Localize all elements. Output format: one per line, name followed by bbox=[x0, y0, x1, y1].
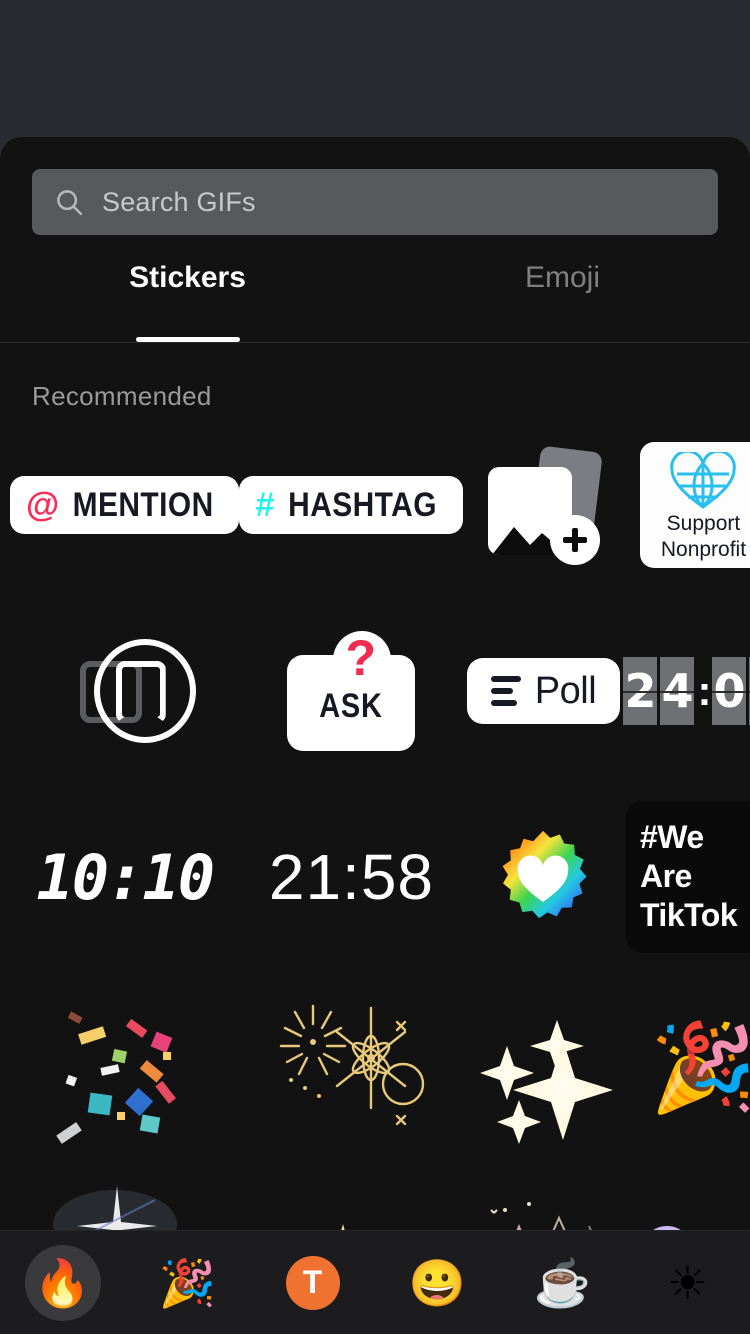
ask-sticker[interactable]: ? ASK bbox=[239, 598, 463, 784]
nonprofit-line-1: Support bbox=[666, 512, 741, 536]
we-are-tiktok-sticker[interactable]: #We Are TikTok bbox=[623, 784, 750, 970]
add-plus-icon bbox=[550, 515, 601, 565]
digital-clock-label: 10:10 bbox=[36, 840, 215, 914]
plain-clock-sticker[interactable]: 21:58 bbox=[239, 784, 463, 970]
countdown-sticker[interactable]: 2 4 : 0 0 bbox=[623, 598, 750, 784]
tab-stickers-label: Stickers bbox=[129, 261, 246, 294]
question-mark-icon: ? bbox=[345, 630, 376, 686]
poll-label: Poll bbox=[534, 669, 597, 712]
text-t-icon: T bbox=[285, 1255, 340, 1310]
countdown-digit-3: 0 bbox=[712, 657, 747, 725]
party-popper-category-icon: 🎉 bbox=[158, 1256, 217, 1309]
coffee-icon: ☕ bbox=[533, 1256, 592, 1309]
tab-bar: Stickers Emoji bbox=[0, 235, 750, 343]
ask-label: ASK bbox=[319, 687, 384, 725]
countdown-digit-1: 2 bbox=[623, 657, 658, 725]
green-screen-sticker[interactable] bbox=[10, 598, 239, 784]
sparkler-effect-sticker[interactable] bbox=[239, 970, 463, 1166]
search-input[interactable] bbox=[102, 186, 696, 218]
hashtag-label: HASHTAG bbox=[288, 485, 438, 524]
we-are-tiktok-line-2: Are bbox=[639, 858, 692, 895]
poll-sticker[interactable]: Poll bbox=[463, 598, 623, 784]
mention-label: MENTION bbox=[72, 485, 214, 524]
confetti-effect-sticker[interactable] bbox=[10, 970, 239, 1166]
hashtag-chip: # HASHTAG bbox=[239, 476, 464, 534]
confetti-icon bbox=[55, 1011, 176, 1144]
party-popper-icon: 🎉 bbox=[649, 1020, 750, 1116]
emoji-category-bar: 🔥 🎉 T 😀 ☕ ☀ bbox=[0, 1230, 750, 1334]
tab-stickers[interactable]: Stickers bbox=[0, 235, 375, 342]
mention-sticker[interactable]: @ MENTION bbox=[10, 412, 240, 598]
grinning-face-icon: 😀 bbox=[408, 1256, 467, 1309]
nonprofit-card: Support Nonprofit bbox=[640, 442, 750, 568]
trending-pill: 🔥 bbox=[24, 1244, 101, 1321]
tab-emoji[interactable]: Emoji bbox=[375, 235, 750, 342]
nonprofit-line-2: Nonprofit bbox=[660, 538, 747, 561]
sticker-sheet: Stickers Emoji Recommended @ MENTION # bbox=[0, 137, 750, 1334]
photo-icon bbox=[488, 445, 604, 565]
we-are-tiktok-line-1: #We bbox=[639, 819, 704, 856]
category-smileys[interactable]: 😀 bbox=[375, 1231, 500, 1334]
we-are-tiktok-card: #We Are TikTok bbox=[625, 801, 750, 953]
category-party[interactable]: 🎉 bbox=[125, 1231, 250, 1334]
rainbow-heart-sticker[interactable] bbox=[463, 784, 623, 970]
poll-bars-icon bbox=[490, 676, 521, 706]
sparkles-icon bbox=[480, 1020, 614, 1144]
poll-card: Poll bbox=[466, 658, 621, 724]
search-section bbox=[0, 137, 750, 235]
digital-clock-sticker[interactable]: 10:10 bbox=[10, 784, 239, 970]
fire-icon: 🔥 bbox=[33, 1256, 92, 1309]
photo-sticker[interactable] bbox=[463, 412, 623, 598]
category-text[interactable]: T bbox=[250, 1231, 375, 1334]
countdown-digit-2: 4 bbox=[660, 657, 695, 725]
category-nature[interactable]: ☀ bbox=[625, 1231, 750, 1334]
search-icon bbox=[54, 187, 84, 217]
green-screen-icon bbox=[66, 639, 196, 743]
ask-icon: ? ASK bbox=[287, 630, 416, 751]
rainbow-heart-icon bbox=[503, 830, 587, 919]
sticker-picker-screen: Stickers Emoji Recommended @ MENTION # bbox=[0, 0, 750, 1334]
search-bar[interactable] bbox=[32, 169, 718, 235]
section-title-recommended: Recommended bbox=[32, 381, 212, 411]
hash-symbol-icon: # bbox=[255, 485, 275, 524]
flip-clock-icon: 2 4 : 0 0 bbox=[623, 657, 750, 725]
tab-emoji-label: Emoji bbox=[524, 261, 600, 294]
sticker-grid: @ MENTION # HASHTAG Support Nonprofit ? … bbox=[0, 412, 750, 1246]
tab-active-indicator bbox=[135, 337, 240, 342]
plain-clock-label: 21:58 bbox=[268, 841, 435, 913]
we-are-tiktok-line-3: TikTok bbox=[639, 896, 738, 933]
countdown-separator: : bbox=[697, 667, 712, 714]
sun-icon: ☀ bbox=[666, 1256, 709, 1309]
sparkles-effect-sticker[interactable] bbox=[463, 970, 623, 1166]
category-food[interactable]: ☕ bbox=[500, 1231, 625, 1334]
hashtag-sticker[interactable]: # HASHTAG bbox=[239, 412, 464, 598]
at-symbol-icon: @ bbox=[26, 485, 60, 524]
party-popper-sticker[interactable]: 🎉 bbox=[623, 970, 750, 1166]
mention-chip: @ MENTION bbox=[10, 476, 240, 534]
category-trending[interactable]: 🔥 bbox=[0, 1231, 125, 1334]
support-nonprofit-sticker[interactable]: Support Nonprofit bbox=[623, 412, 750, 598]
globe-heart-icon bbox=[670, 452, 737, 510]
firework-icon bbox=[280, 1004, 425, 1126]
